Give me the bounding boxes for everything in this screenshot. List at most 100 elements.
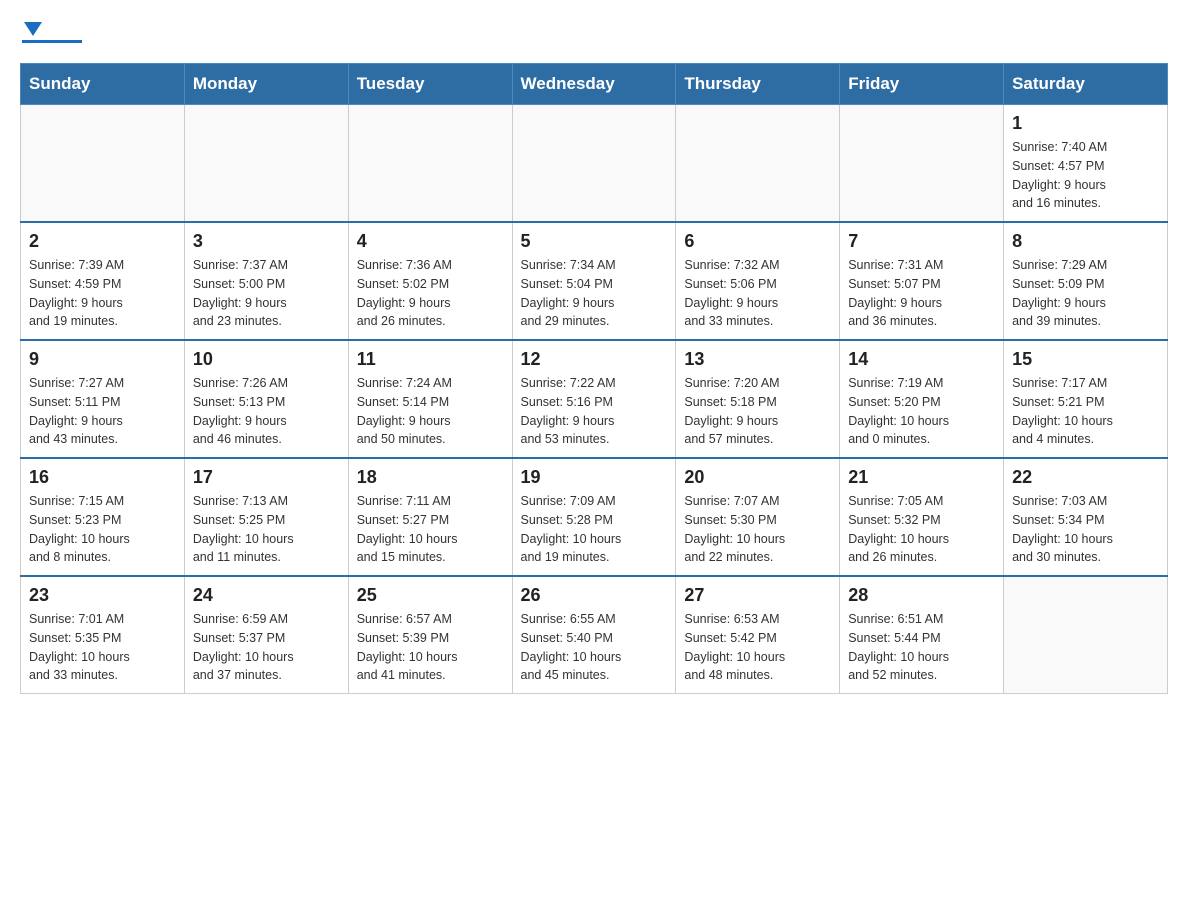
weekday-header-saturday: Saturday bbox=[1004, 64, 1168, 105]
calendar-cell: 3 Sunrise: 7:37 AM Sunset: 5:00 PM Daylig… bbox=[184, 222, 348, 340]
day-info: Sunrise: 7:19 AM Sunset: 5:20 PM Dayligh… bbox=[848, 374, 995, 449]
calendar-table: SundayMondayTuesdayWednesdayThursdayFrid… bbox=[20, 63, 1168, 694]
day-info: Sunrise: 7:13 AM Sunset: 5:25 PM Dayligh… bbox=[193, 492, 340, 567]
calendar-cell: 26Sunrise: 6:55 AM Sunset: 5:40 PM Dayli… bbox=[512, 576, 676, 694]
day-info: Sunrise: 6:57 AM Sunset: 5:39 PM Dayligh… bbox=[357, 610, 504, 685]
day-number: 18 bbox=[357, 467, 504, 488]
calendar-cell: 21 Sunrise: 7:05 AM Sunset: 5:32 PM Dayli… bbox=[840, 458, 1004, 576]
day-number: 25 bbox=[357, 585, 504, 606]
day-number: 9 bbox=[29, 349, 176, 370]
day-number: 21 bbox=[848, 467, 995, 488]
weekday-header-sunday: Sunday bbox=[21, 64, 185, 105]
day-info: Sunrise: 7:01 AM Sunset: 5:35 PM Dayligh… bbox=[29, 610, 176, 685]
day-info: Sunrise: 7:37 AM Sunset: 5:00 PM Dayligh… bbox=[193, 256, 340, 331]
day-number: 10 bbox=[193, 349, 340, 370]
day-info: Sunrise: 7:09 AM Sunset: 5:28 PM Dayligh… bbox=[521, 492, 668, 567]
calendar-cell: 22 Sunrise: 7:03 AM Sunset: 5:34 PM Dayli… bbox=[1004, 458, 1168, 576]
day-info: Sunrise: 6:53 AM Sunset: 5:42 PM Dayligh… bbox=[684, 610, 831, 685]
calendar-cell: 25 Sunrise: 6:57 AM Sunset: 5:39 PM Dayli… bbox=[348, 576, 512, 694]
calendar-cell: 27 Sunrise: 6:53 AM Sunset: 5:42 PM Dayli… bbox=[676, 576, 840, 694]
calendar-cell: 17 Sunrise: 7:13 AM Sunset: 5:25 PM Dayli… bbox=[184, 458, 348, 576]
day-info: Sunrise: 7:22 AM Sunset: 5:16 PM Dayligh… bbox=[521, 374, 668, 449]
weekday-header-tuesday: Tuesday bbox=[348, 64, 512, 105]
day-info: Sunrise: 7:31 AM Sunset: 5:07 PM Dayligh… bbox=[848, 256, 995, 331]
calendar-week-row: 23 Sunrise: 7:01 AM Sunset: 5:35 PM Dayli… bbox=[21, 576, 1168, 694]
calendar-cell: 7 Sunrise: 7:31 AM Sunset: 5:07 PM Daylig… bbox=[840, 222, 1004, 340]
calendar-header-row: SundayMondayTuesdayWednesdayThursdayFrid… bbox=[21, 64, 1168, 105]
day-info: Sunrise: 7:15 AM Sunset: 5:23 PM Dayligh… bbox=[29, 492, 176, 567]
calendar-cell: 13 Sunrise: 7:20 AM Sunset: 5:18 PM Dayli… bbox=[676, 340, 840, 458]
day-info: Sunrise: 6:59 AM Sunset: 5:37 PM Dayligh… bbox=[193, 610, 340, 685]
calendar-cell: 18 Sunrise: 7:11 AM Sunset: 5:27 PM Dayli… bbox=[348, 458, 512, 576]
day-info: Sunrise: 7:07 AM Sunset: 5:30 PM Dayligh… bbox=[684, 492, 831, 567]
day-number: 3 bbox=[193, 231, 340, 252]
logo-triangle-icon bbox=[22, 18, 44, 40]
calendar-week-row: 16 Sunrise: 7:15 AM Sunset: 5:23 PM Dayli… bbox=[21, 458, 1168, 576]
logo-underline bbox=[22, 40, 82, 43]
calendar-cell: 10 Sunrise: 7:26 AM Sunset: 5:13 PM Dayli… bbox=[184, 340, 348, 458]
calendar-cell bbox=[348, 105, 512, 223]
day-info: Sunrise: 7:17 AM Sunset: 5:21 PM Dayligh… bbox=[1012, 374, 1159, 449]
weekday-header-friday: Friday bbox=[840, 64, 1004, 105]
day-info: Sunrise: 7:20 AM Sunset: 5:18 PM Dayligh… bbox=[684, 374, 831, 449]
day-number: 17 bbox=[193, 467, 340, 488]
calendar-cell: 2Sunrise: 7:39 AM Sunset: 4:59 PM Daylig… bbox=[21, 222, 185, 340]
calendar-cell bbox=[1004, 576, 1168, 694]
day-number: 13 bbox=[684, 349, 831, 370]
weekday-header-monday: Monday bbox=[184, 64, 348, 105]
day-info: Sunrise: 7:26 AM Sunset: 5:13 PM Dayligh… bbox=[193, 374, 340, 449]
day-info: Sunrise: 7:39 AM Sunset: 4:59 PM Dayligh… bbox=[29, 256, 176, 331]
day-number: 11 bbox=[357, 349, 504, 370]
calendar-cell: 23 Sunrise: 7:01 AM Sunset: 5:35 PM Dayli… bbox=[21, 576, 185, 694]
calendar-cell: 15 Sunrise: 7:17 AM Sunset: 5:21 PM Dayli… bbox=[1004, 340, 1168, 458]
day-number: 26 bbox=[521, 585, 668, 606]
day-info: Sunrise: 7:05 AM Sunset: 5:32 PM Dayligh… bbox=[848, 492, 995, 567]
weekday-header-wednesday: Wednesday bbox=[512, 64, 676, 105]
day-number: 12 bbox=[521, 349, 668, 370]
calendar-cell bbox=[512, 105, 676, 223]
day-number: 27 bbox=[684, 585, 831, 606]
calendar-week-row: 9 Sunrise: 7:27 AM Sunset: 5:11 PM Daylig… bbox=[21, 340, 1168, 458]
day-info: Sunrise: 7:11 AM Sunset: 5:27 PM Dayligh… bbox=[357, 492, 504, 567]
weekday-header-thursday: Thursday bbox=[676, 64, 840, 105]
calendar-cell bbox=[676, 105, 840, 223]
calendar-cell: 28 Sunrise: 6:51 AM Sunset: 5:44 PM Dayli… bbox=[840, 576, 1004, 694]
day-number: 24 bbox=[193, 585, 340, 606]
calendar-cell: 20 Sunrise: 7:07 AM Sunset: 5:30 PM Dayli… bbox=[676, 458, 840, 576]
calendar-cell: 6 Sunrise: 7:32 AM Sunset: 5:06 PM Daylig… bbox=[676, 222, 840, 340]
calendar-week-row: 2Sunrise: 7:39 AM Sunset: 4:59 PM Daylig… bbox=[21, 222, 1168, 340]
day-number: 28 bbox=[848, 585, 995, 606]
day-number: 7 bbox=[848, 231, 995, 252]
day-info: Sunrise: 6:51 AM Sunset: 5:44 PM Dayligh… bbox=[848, 610, 995, 685]
day-number: 23 bbox=[29, 585, 176, 606]
day-number: 4 bbox=[357, 231, 504, 252]
calendar-cell: 24 Sunrise: 6:59 AM Sunset: 5:37 PM Dayli… bbox=[184, 576, 348, 694]
calendar-cell: 16 Sunrise: 7:15 AM Sunset: 5:23 PM Dayli… bbox=[21, 458, 185, 576]
calendar-cell: 5Sunrise: 7:34 AM Sunset: 5:04 PM Daylig… bbox=[512, 222, 676, 340]
day-number: 16 bbox=[29, 467, 176, 488]
day-number: 20 bbox=[684, 467, 831, 488]
day-info: Sunrise: 7:29 AM Sunset: 5:09 PM Dayligh… bbox=[1012, 256, 1159, 331]
page-header bbox=[20, 20, 1168, 43]
day-number: 15 bbox=[1012, 349, 1159, 370]
day-info: Sunrise: 7:27 AM Sunset: 5:11 PM Dayligh… bbox=[29, 374, 176, 449]
day-number: 8 bbox=[1012, 231, 1159, 252]
day-number: 19 bbox=[521, 467, 668, 488]
day-info: Sunrise: 7:36 AM Sunset: 5:02 PM Dayligh… bbox=[357, 256, 504, 331]
day-info: Sunrise: 7:24 AM Sunset: 5:14 PM Dayligh… bbox=[357, 374, 504, 449]
day-number: 5 bbox=[521, 231, 668, 252]
day-number: 22 bbox=[1012, 467, 1159, 488]
logo bbox=[20, 20, 86, 43]
calendar-week-row: 1Sunrise: 7:40 AM Sunset: 4:57 PM Daylig… bbox=[21, 105, 1168, 223]
day-number: 6 bbox=[684, 231, 831, 252]
calendar-cell: 8 Sunrise: 7:29 AM Sunset: 5:09 PM Daylig… bbox=[1004, 222, 1168, 340]
calendar-cell: 1Sunrise: 7:40 AM Sunset: 4:57 PM Daylig… bbox=[1004, 105, 1168, 223]
calendar-cell bbox=[840, 105, 1004, 223]
calendar-cell: 4 Sunrise: 7:36 AM Sunset: 5:02 PM Daylig… bbox=[348, 222, 512, 340]
calendar-cell: 19 Sunrise: 7:09 AM Sunset: 5:28 PM Dayli… bbox=[512, 458, 676, 576]
calendar-cell bbox=[21, 105, 185, 223]
day-info: Sunrise: 7:40 AM Sunset: 4:57 PM Dayligh… bbox=[1012, 138, 1159, 213]
day-info: Sunrise: 7:03 AM Sunset: 5:34 PM Dayligh… bbox=[1012, 492, 1159, 567]
day-info: Sunrise: 7:32 AM Sunset: 5:06 PM Dayligh… bbox=[684, 256, 831, 331]
calendar-cell: 12 Sunrise: 7:22 AM Sunset: 5:16 PM Dayli… bbox=[512, 340, 676, 458]
